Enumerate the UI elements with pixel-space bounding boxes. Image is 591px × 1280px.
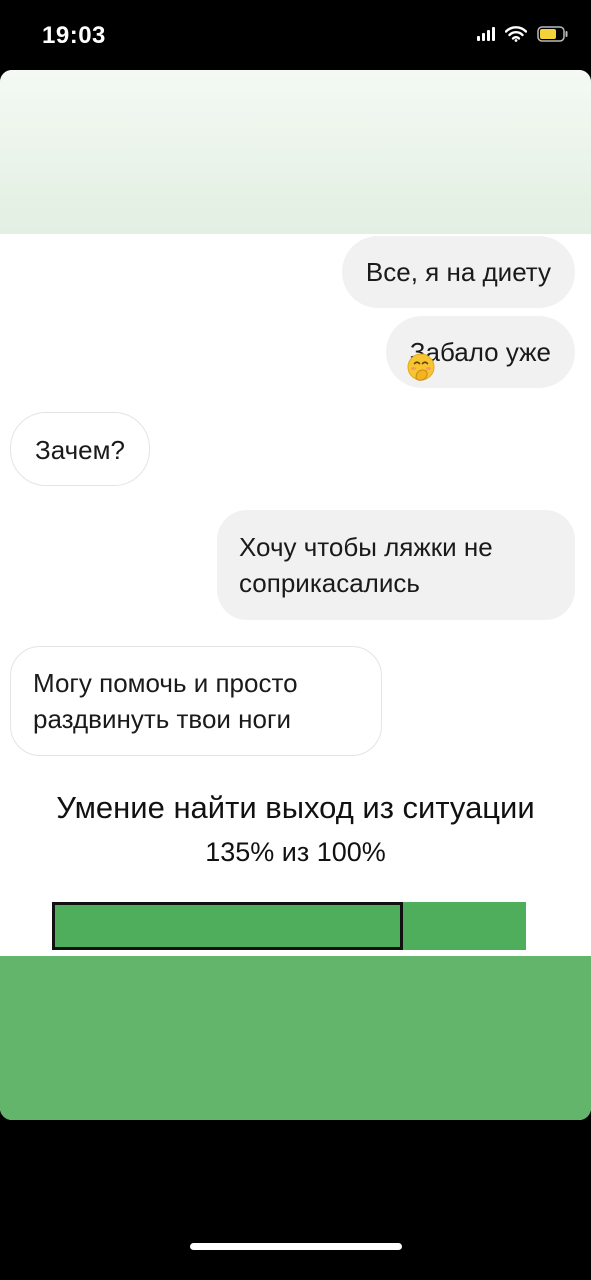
message-text: Зачем? [35, 435, 125, 465]
battery-icon [537, 26, 569, 42]
message-line: Хочу чтобы ляжки не [239, 532, 493, 562]
message-line: соприкасались [239, 568, 420, 598]
face-with-hand-over-mouth-icon [407, 353, 435, 381]
status-time: 19:03 [42, 22, 106, 49]
message-incoming-1: Зачем? [10, 412, 150, 486]
meme-title: Умение найти выход из ситуации [56, 790, 535, 825]
progress-bar [52, 902, 526, 950]
message-outgoing-1: Все, я на диету [341, 236, 575, 308]
signal-icon [477, 27, 495, 41]
message-line: Могу помочь и просто [33, 668, 298, 698]
message-incoming-2: Могу помочь и просто раздвинуть твои ног… [10, 646, 382, 756]
progress-bar-max-outline [52, 902, 403, 950]
status-bar: 19:03 [0, 0, 591, 70]
home-area [0, 1120, 591, 1280]
card-header [0, 70, 591, 234]
wifi-icon [505, 26, 527, 42]
status-icons [477, 26, 569, 42]
meme-value-text: 135% из 100% [205, 837, 386, 867]
message-line: раздвинуть твои ноги [33, 704, 291, 734]
message-text: Все, я на диету [365, 257, 551, 287]
home-indicator[interactable] [190, 1243, 402, 1250]
meme-card: Все, я на диету Забало уже Зачем? Хочу ч… [0, 70, 591, 1120]
message-outgoing-3: Хочу чтобы ляжки не соприкасались [217, 510, 575, 620]
bottom-band [0, 956, 591, 1120]
message-text: бало уже [439, 337, 551, 367]
